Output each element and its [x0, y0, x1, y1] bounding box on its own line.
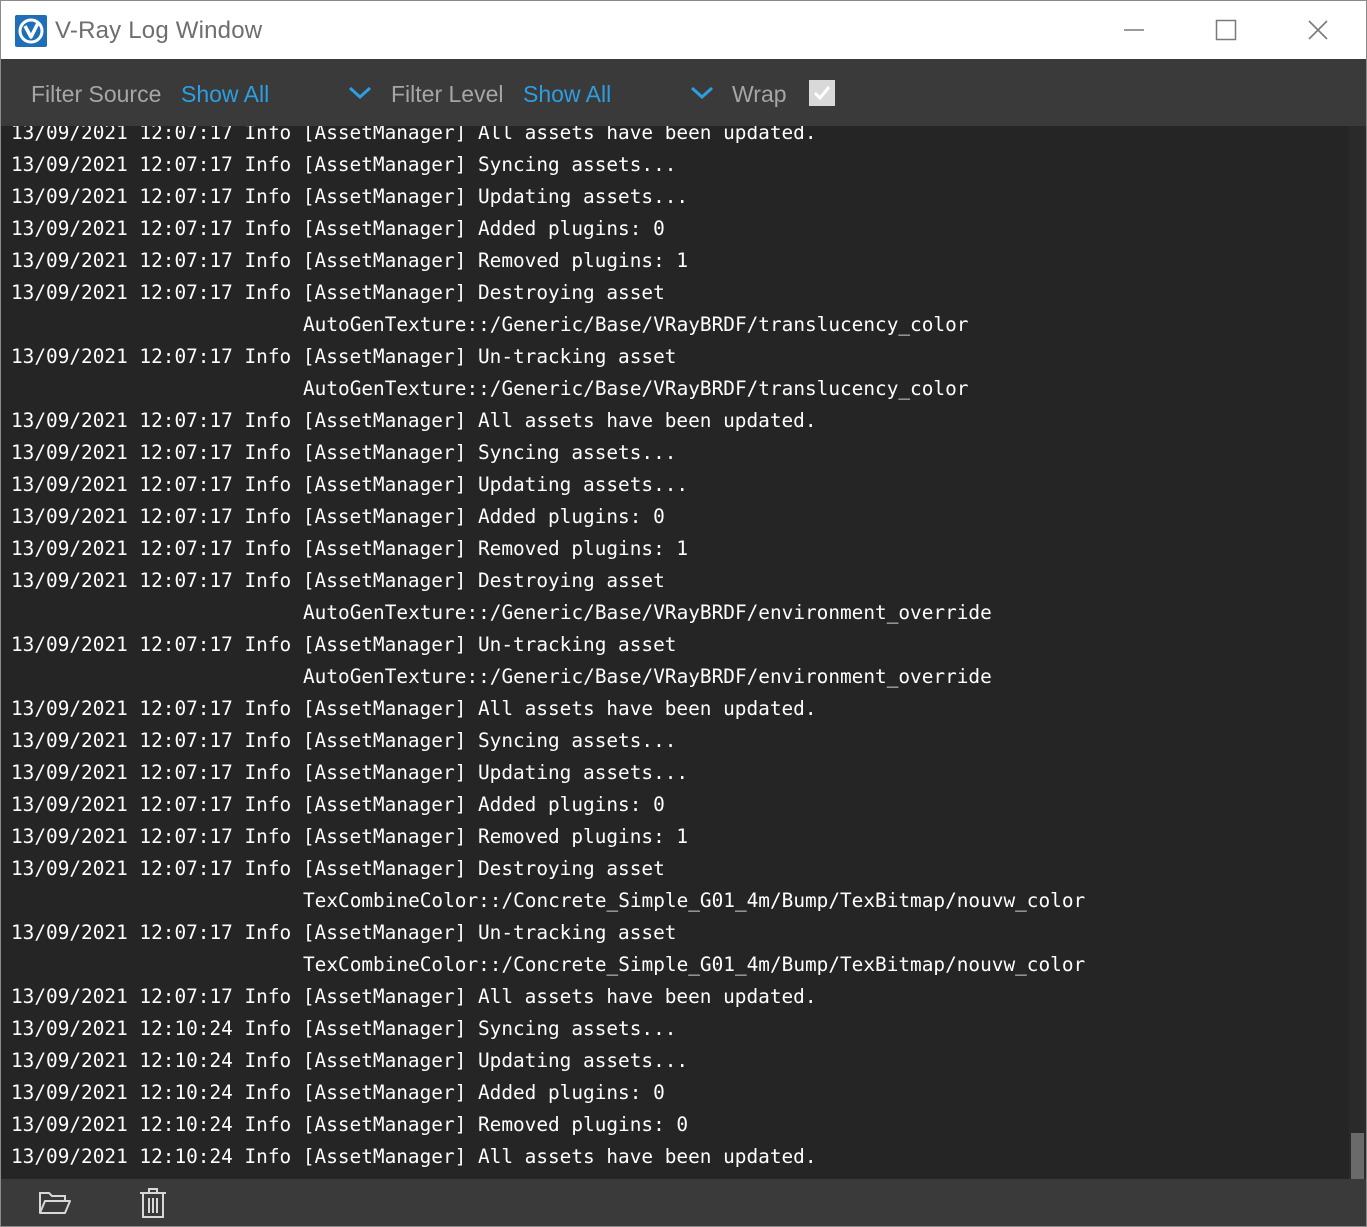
- log-line: 13/09/2021 12:07:17 Info [AssetManager] …: [11, 825, 689, 848]
- log-line: 13/09/2021 12:07:17 Info [AssetManager] …: [11, 185, 689, 208]
- log-line-continuation: AutoGenTexture::/Generic/Base/VRayBRDF/e…: [303, 665, 992, 688]
- log-line: 13/09/2021 12:07:17 Info [AssetManager] …: [11, 473, 689, 496]
- log-line: 13/09/2021 12:07:17 Info [AssetManager] …: [11, 761, 689, 784]
- maximize-button[interactable]: [1180, 1, 1272, 59]
- filter-source-label: Filter Source: [31, 81, 162, 107]
- log-line: 13/09/2021 12:07:17 Info [AssetManager] …: [11, 409, 817, 432]
- filter-level-label: Filter Level: [391, 81, 504, 107]
- log-line: 13/09/2021 12:07:17 Info [AssetManager] …: [11, 249, 689, 272]
- log-line: 13/09/2021 12:07:17 Info [AssetManager] …: [11, 569, 665, 592]
- log-line: 13/09/2021 12:07:17 Info [AssetManager] …: [11, 921, 677, 944]
- chevron-down-icon[interactable]: [689, 84, 715, 102]
- log-line: 13/09/2021 12:10:24 Info [AssetManager] …: [11, 1081, 665, 1104]
- filter-source-dropdown[interactable]: Show All: [181, 81, 269, 108]
- log-line: 13/09/2021 12:07:17 Info [AssetManager] …: [11, 441, 677, 464]
- log-line: 13/09/2021 12:07:17 Info [AssetManager] …: [11, 633, 677, 656]
- vertical-scrollbar[interactable]: [1349, 126, 1366, 1179]
- close-button[interactable]: [1272, 1, 1364, 59]
- log-output[interactable]: 13/09/2021 12:07:17 Info [AssetManager] …: [1, 126, 1349, 1179]
- filter-toolbar: Filter Source Show All Filter Level Show…: [1, 59, 1366, 126]
- filter-level-dropdown[interactable]: Show All: [523, 81, 611, 108]
- maximize-icon: [1215, 19, 1237, 41]
- log-line: 13/09/2021 12:07:17 Info [AssetManager] …: [11, 697, 817, 720]
- log-line: 13/09/2021 12:07:17 Info [AssetManager] …: [11, 537, 689, 560]
- log-line: 13/09/2021 12:07:17 Info [AssetManager] …: [11, 153, 677, 176]
- log-line-continuation: AutoGenTexture::/Generic/Base/VRayBRDF/t…: [303, 313, 969, 336]
- minimize-icon: [1124, 29, 1144, 31]
- close-icon: [1308, 20, 1328, 40]
- wrap-label: Wrap: [732, 81, 787, 107]
- log-line-continuation: AutoGenTexture::/Generic/Base/VRayBRDF/e…: [303, 601, 992, 624]
- log-line: 13/09/2021 12:07:17 Info [AssetManager] …: [11, 985, 817, 1008]
- clear-log-button[interactable]: [135, 1187, 171, 1219]
- log-line: 13/09/2021 12:07:17 Info [AssetManager] …: [11, 126, 817, 144]
- folder-open-icon: [39, 1192, 71, 1214]
- vray-log-window: V-Ray Log Window Filter Source Show All …: [0, 0, 1367, 1227]
- log-line: 13/09/2021 12:10:24 Info [AssetManager] …: [11, 1145, 817, 1168]
- log-line: 13/09/2021 12:07:17 Info [AssetManager] …: [11, 505, 665, 528]
- title-bar: V-Ray Log Window: [1, 1, 1366, 59]
- log-line: 13/09/2021 12:07:17 Info [AssetManager] …: [11, 217, 665, 240]
- checkmark-icon: [813, 86, 831, 101]
- log-line: 13/09/2021 12:10:24 Info [AssetManager] …: [11, 1017, 677, 1040]
- log-line: 13/09/2021 12:07:17 Info [AssetManager] …: [11, 281, 665, 304]
- wrap-checkbox[interactable]: [809, 80, 835, 106]
- log-line-continuation: TexCombineColor::/Concrete_Simple_G01_4m…: [303, 889, 1086, 912]
- chevron-down-icon[interactable]: [347, 84, 373, 102]
- trash-icon: [140, 1188, 166, 1218]
- log-line: 13/09/2021 12:07:17 Info [AssetManager] …: [11, 729, 677, 752]
- log-line: 13/09/2021 12:07:17 Info [AssetManager] …: [11, 345, 677, 368]
- log-line: 13/09/2021 12:10:24 Info [AssetManager] …: [11, 1049, 689, 1072]
- open-log-button[interactable]: [37, 1187, 73, 1219]
- log-line-continuation: TexCombineColor::/Concrete_Simple_G01_4m…: [303, 953, 1086, 976]
- scrollbar-thumb[interactable]: [1351, 1133, 1364, 1179]
- window-title: V-Ray Log Window: [55, 17, 263, 44]
- log-line: 13/09/2021 12:07:17 Info [AssetManager] …: [11, 857, 665, 880]
- vray-logo-icon: [15, 15, 47, 47]
- minimize-button[interactable]: [1088, 1, 1180, 59]
- log-line-continuation: AutoGenTexture::/Generic/Base/VRayBRDF/t…: [303, 377, 969, 400]
- log-line: 13/09/2021 12:07:17 Info [AssetManager] …: [11, 793, 665, 816]
- bottom-toolbar: [1, 1179, 1366, 1226]
- log-line: 13/09/2021 12:10:24 Info [AssetManager] …: [11, 1113, 689, 1136]
